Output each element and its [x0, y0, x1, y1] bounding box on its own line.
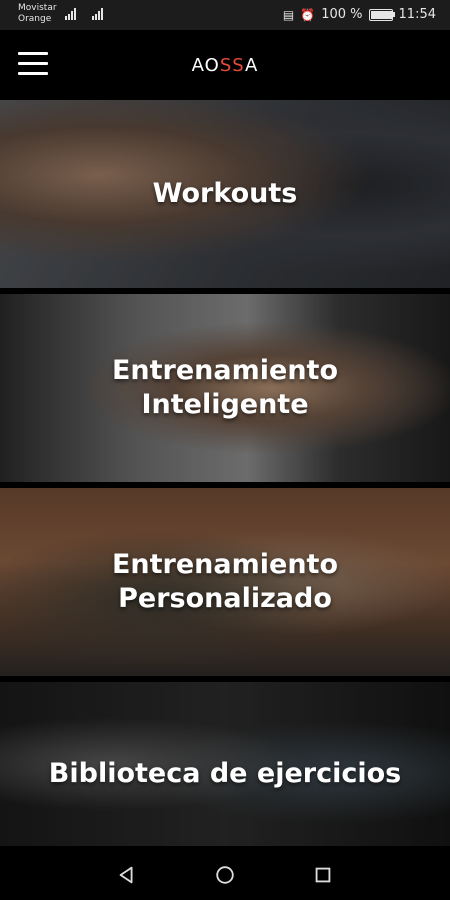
clock: 11:54 — [398, 7, 436, 22]
back-icon[interactable] — [113, 861, 141, 889]
carrier-line-1: Movistar — [18, 3, 57, 13]
battery-text: 100 % — [321, 7, 363, 22]
app-logo: AOSSA — [191, 55, 259, 76]
category-list: Workouts Entrenamiento Inteligente Entre… — [0, 100, 450, 846]
home-icon[interactable] — [211, 861, 239, 889]
tile-entrenamiento-personalizado[interactable]: Entrenamiento Personalizado — [0, 488, 450, 676]
tile-title: Biblioteca de ejercicios — [48, 757, 402, 789]
tile-entrenamiento-inteligente[interactable]: Entrenamiento Inteligente — [0, 294, 450, 482]
hamburger-menu-icon[interactable] — [18, 52, 48, 76]
tile-title: Entrenamiento Personalizado — [111, 549, 339, 614]
status-right: ▤ ⏰ 100 % 11:54 — [283, 7, 436, 22]
tile-title: Entrenamiento Inteligente — [111, 355, 339, 420]
recents-icon[interactable] — [309, 861, 337, 889]
tile-title: Workouts — [152, 178, 298, 209]
app-bar: AOSSA — [0, 30, 450, 100]
tile-biblioteca-de-ejercicios[interactable]: Biblioteca de ejercicios — [0, 682, 450, 846]
tile-workouts[interactable]: Workouts — [0, 100, 450, 288]
alarm-icon: ⏰ — [300, 7, 316, 22]
signal-icon — [65, 8, 103, 20]
nfc-icon: ▤ — [282, 7, 295, 22]
carrier-line-2: Orange — [18, 14, 52, 24]
battery-icon — [368, 8, 395, 21]
status-bar: Movistar Orange ▤ ⏰ 100 % 11:54 — [0, 0, 450, 30]
system-nav-bar — [0, 850, 450, 900]
carrier-info: Movistar Orange — [18, 3, 57, 25]
